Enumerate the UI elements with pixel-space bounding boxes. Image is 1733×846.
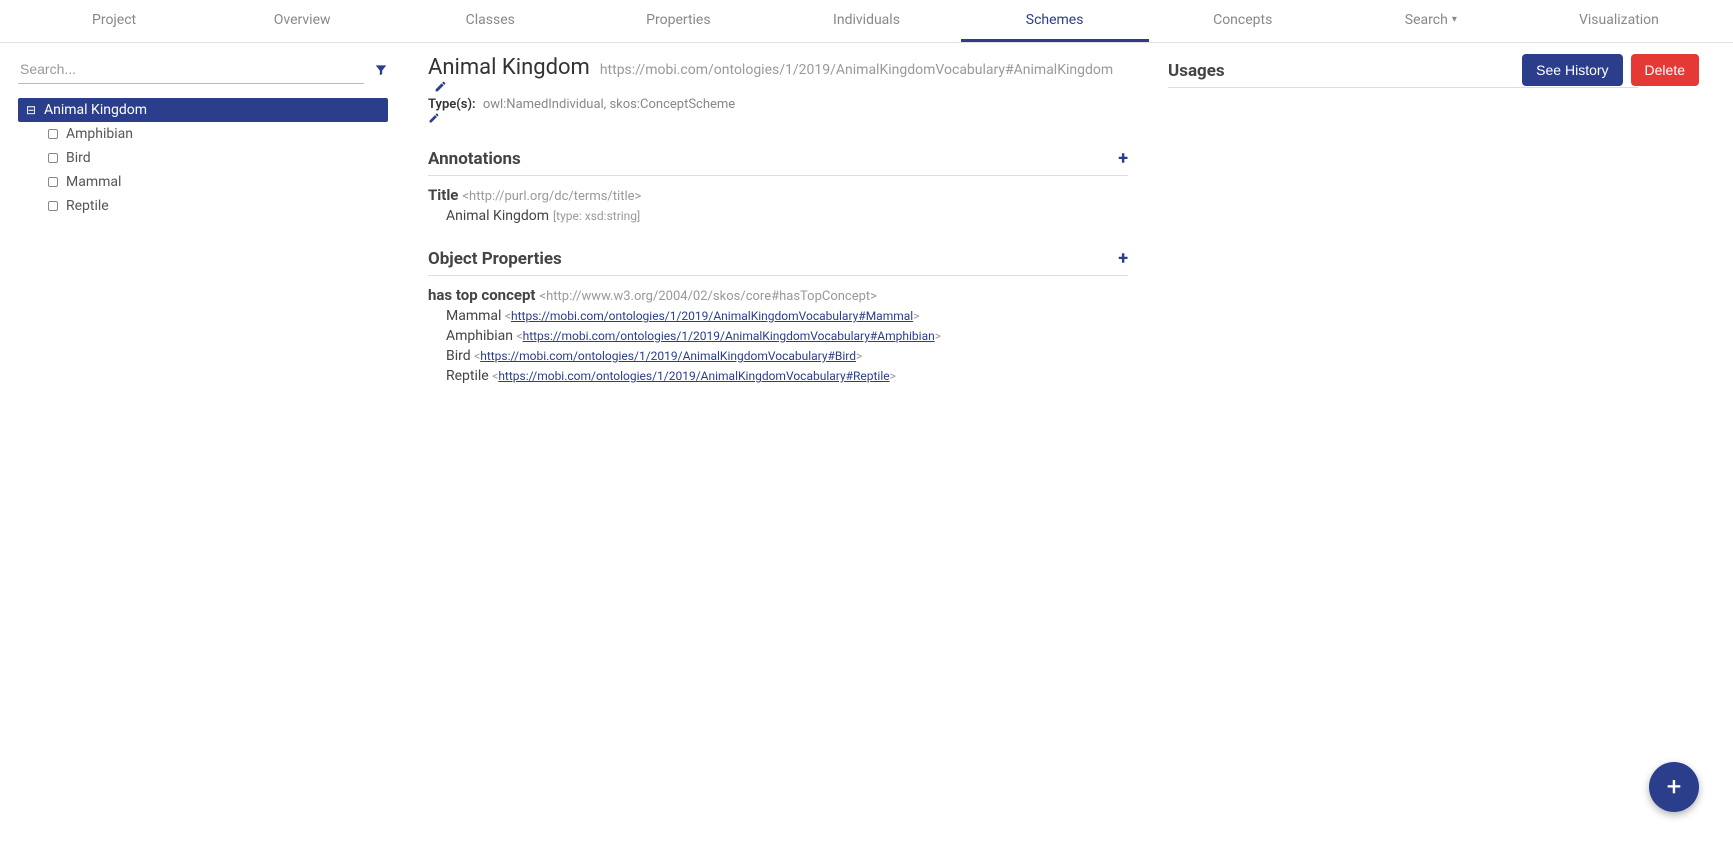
- chevron-down-icon: ▾: [1452, 14, 1457, 25]
- nav-tab-visualization[interactable]: Visualization: [1525, 0, 1713, 42]
- types-value: owl:NamedIndividual, skos:ConceptScheme: [483, 97, 735, 112]
- add-object-property-button[interactable]: +: [1118, 248, 1128, 269]
- tree-item-reptile[interactable]: Reptile: [18, 194, 388, 218]
- usages-panel: Usages: [1168, 55, 1638, 402]
- property-value: Animal Kingdom [type: xsd:string]: [446, 208, 1128, 224]
- annotation-property: Title <http://purl.org/dc/terms/title> Ani…: [428, 186, 1128, 224]
- property-uri: <http://purl.org/dc/terms/title>: [462, 189, 641, 204]
- leaf-icon: [48, 177, 58, 187]
- top-buttons: See History Delete: [1522, 54, 1699, 86]
- property-value: Amphibian <https://mobi.com/ontologies/1…: [446, 328, 1128, 344]
- property-value: Reptile <https://mobi.com/ontologies/1/2…: [446, 368, 1128, 384]
- see-history-button[interactable]: See History: [1522, 54, 1622, 86]
- object-property: has top concept <http://www.w3.org/2004/0…: [428, 286, 1128, 384]
- edit-types-icon[interactable]: [428, 112, 1128, 124]
- object-properties-heading: Object Properties: [428, 249, 562, 269]
- nav-tab-overview[interactable]: Overview: [208, 0, 396, 42]
- delete-button[interactable]: Delete: [1631, 54, 1699, 86]
- edit-uri-icon[interactable]: [434, 80, 447, 93]
- tree-label: Bird: [66, 150, 91, 166]
- types-label: Type(s):: [428, 97, 476, 112]
- tree-label: Amphibian: [66, 126, 133, 142]
- nav-tab-schemes[interactable]: Schemes: [961, 0, 1149, 42]
- bracket: >: [856, 349, 862, 363]
- fab-add-button[interactable]: +: [1649, 762, 1699, 812]
- entity-uri: https://mobi.com/ontologies/1/2019/Anima…: [600, 62, 1113, 78]
- tree-item-animal-kingdom[interactable]: ⊟ Animal Kingdom: [18, 98, 388, 122]
- main-area: ⊟ Animal Kingdom Amphibian Bird Mammal Rept…: [0, 43, 1733, 402]
- tree-item-amphibian[interactable]: Amphibian: [18, 122, 388, 146]
- property-value: Mammal <https://mobi.com/ontologies/1/20…: [446, 308, 1128, 324]
- tree-label: Mammal: [66, 174, 121, 190]
- sidebar: ⊟ Animal Kingdom Amphibian Bird Mammal Rept…: [18, 55, 388, 402]
- entity-title-row: Animal Kingdom https://mobi.com/ontologi…: [428, 55, 1128, 93]
- value-type: [type: xsd:string]: [553, 209, 640, 223]
- property-label: has top concept: [428, 286, 536, 304]
- nav-tab-concepts[interactable]: Concepts: [1149, 0, 1337, 42]
- property-label: Title: [428, 186, 458, 204]
- tree-item-mammal[interactable]: Mammal: [18, 170, 388, 194]
- value-link[interactable]: https://mobi.com/ontologies/1/2019/Anima…: [480, 349, 856, 363]
- nav-tab-search[interactable]: Search▾: [1337, 0, 1525, 42]
- bracket: >: [935, 329, 941, 343]
- search-input[interactable]: [18, 55, 364, 84]
- tree-label: Reptile: [66, 198, 109, 214]
- value-link[interactable]: https://mobi.com/ontologies/1/2019/Anima…: [498, 369, 889, 383]
- tree: ⊟ Animal Kingdom Amphibian Bird Mammal Rept…: [18, 98, 388, 218]
- property-uri: <http://www.w3.org/2004/02/skos/core#has…: [540, 289, 877, 304]
- nav-tab-classes[interactable]: Classes: [396, 0, 584, 42]
- center-panel: Animal Kingdom https://mobi.com/ontologi…: [428, 55, 1128, 402]
- value-text: Reptile: [446, 368, 492, 384]
- search-row: [18, 55, 388, 84]
- nav-tab-project[interactable]: Project: [20, 0, 208, 42]
- value-text: Bird: [446, 348, 474, 364]
- leaf-icon: [48, 129, 58, 139]
- value-link[interactable]: https://mobi.com/ontologies/1/2019/Anima…: [511, 309, 913, 323]
- nav-tab-properties[interactable]: Properties: [584, 0, 772, 42]
- collapse-icon: ⊟: [26, 103, 38, 117]
- tree-item-bird[interactable]: Bird: [18, 146, 388, 170]
- value-text: Mammal: [446, 308, 505, 324]
- annotations-header: Annotations +: [428, 142, 1128, 176]
- value-text: Amphibian: [446, 328, 516, 344]
- add-annotation-button[interactable]: +: [1118, 148, 1128, 169]
- property-value: Bird <https://mobi.com/ontologies/1/2019…: [446, 348, 1128, 364]
- types-row: Type(s): owl:NamedIndividual, skos:Conce…: [428, 97, 1128, 124]
- nav-tab-individuals[interactable]: Individuals: [772, 0, 960, 42]
- leaf-icon: [48, 153, 58, 163]
- value-link[interactable]: https://mobi.com/ontologies/1/2019/Anima…: [523, 329, 935, 343]
- content: Animal Kingdom https://mobi.com/ontologi…: [428, 55, 1715, 402]
- annotations-heading: Annotations: [428, 149, 521, 169]
- top-nav: ProjectOverviewClassesPropertiesIndividu…: [0, 0, 1733, 43]
- filter-icon[interactable]: [374, 63, 388, 77]
- value-text: Animal Kingdom: [446, 208, 549, 224]
- leaf-icon: [48, 201, 58, 211]
- bracket: >: [913, 309, 919, 323]
- tree-label: Animal Kingdom: [44, 102, 147, 118]
- object-properties-header: Object Properties +: [428, 242, 1128, 276]
- bracket: >: [890, 369, 896, 383]
- entity-title: Animal Kingdom: [428, 55, 590, 80]
